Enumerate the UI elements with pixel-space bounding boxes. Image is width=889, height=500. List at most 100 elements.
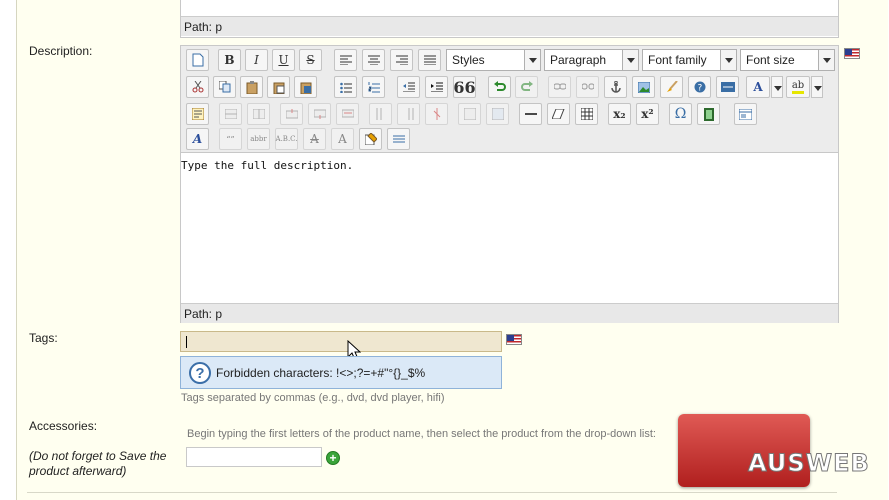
bullet-list-icon[interactable] bbox=[334, 76, 357, 98]
text-caret bbox=[186, 336, 187, 348]
ausweb-logo-text: AUSWEB bbox=[748, 449, 870, 478]
font-size-select-label: Font size bbox=[746, 53, 795, 67]
insert-col-before-icon[interactable] bbox=[369, 103, 392, 125]
top-editor-path: Path: p bbox=[181, 16, 838, 36]
numbered-list-icon[interactable] bbox=[362, 76, 385, 98]
remove-format-icon[interactable] bbox=[547, 103, 570, 125]
unlink-icon[interactable] bbox=[576, 76, 599, 98]
us-flag-icon[interactable] bbox=[844, 48, 860, 59]
text-color-button[interactable]: A bbox=[746, 76, 770, 98]
delete-row-icon[interactable] bbox=[336, 103, 359, 125]
cite-icon[interactable]: “” bbox=[219, 128, 242, 150]
editor-content-area[interactable]: Type the full description. bbox=[181, 153, 838, 303]
table-cell-props-icon[interactable] bbox=[247, 103, 270, 125]
highlight-color-label: ab bbox=[791, 80, 805, 94]
template-icon[interactable] bbox=[734, 103, 757, 125]
attributes-icon[interactable] bbox=[359, 128, 382, 150]
insert-row-before-icon[interactable] bbox=[280, 103, 303, 125]
accessories-search-input[interactable] bbox=[186, 447, 322, 467]
media-icon[interactable] bbox=[697, 103, 720, 125]
html-source-icon[interactable] bbox=[716, 76, 739, 98]
subscript-button[interactable]: x₂ bbox=[608, 103, 631, 125]
description-editor: B I U S Styles Paragraph Font family Fon… bbox=[180, 45, 839, 323]
cleanup-icon[interactable] bbox=[660, 76, 683, 98]
font-family-select[interactable]: Font family bbox=[642, 49, 737, 71]
paste-icon[interactable] bbox=[240, 76, 263, 98]
split-cells-icon[interactable] bbox=[458, 103, 481, 125]
accessories-instructions: Begin typing the first letters of the pr… bbox=[187, 428, 656, 440]
indent-icon[interactable] bbox=[425, 76, 448, 98]
insert-col-after-icon[interactable] bbox=[397, 103, 420, 125]
bold-button[interactable]: B bbox=[218, 49, 241, 71]
nonbreaking-space-icon[interactable] bbox=[387, 128, 410, 150]
question-icon: ? bbox=[189, 362, 211, 384]
format-select-label: Paragraph bbox=[550, 53, 607, 67]
strikethrough-button[interactable]: S bbox=[299, 49, 322, 71]
description-label: Description: bbox=[29, 44, 93, 58]
font-size-select[interactable]: Font size bbox=[740, 49, 835, 71]
abbr-icon[interactable]: abbr bbox=[247, 128, 270, 150]
outdent-icon[interactable] bbox=[397, 76, 420, 98]
style-props-button[interactable]: A bbox=[186, 128, 209, 150]
cut-icon[interactable] bbox=[186, 76, 209, 98]
chevron-down-icon bbox=[524, 50, 540, 70]
styles-select-label: Styles bbox=[452, 53, 485, 67]
del-icon[interactable]: A bbox=[303, 128, 326, 150]
tags-input[interactable] bbox=[180, 331, 502, 352]
paste-word-icon[interactable] bbox=[294, 76, 317, 98]
editor-toolbar: B I U S Styles Paragraph Font family Fon… bbox=[181, 46, 838, 153]
italic-button[interactable]: I bbox=[245, 49, 268, 71]
chevron-down-icon bbox=[774, 86, 782, 91]
page: Path: p Description: B I U S Styles Para… bbox=[0, 0, 889, 500]
top-editor: Path: p bbox=[180, 0, 839, 38]
anchor-icon[interactable] bbox=[604, 76, 627, 98]
help-icon[interactable]: ? bbox=[688, 76, 711, 98]
delete-col-icon[interactable] bbox=[425, 103, 448, 125]
description-content-text: Type the full description. bbox=[181, 159, 354, 172]
table-row-props-icon[interactable] bbox=[219, 103, 242, 125]
styles-select[interactable]: Styles bbox=[446, 49, 541, 71]
add-accessory-icon[interactable]: + bbox=[326, 451, 340, 465]
ins-icon[interactable]: A bbox=[331, 128, 354, 150]
image-icon[interactable] bbox=[632, 76, 655, 98]
superscript-button[interactable]: x² bbox=[636, 103, 659, 125]
copy-icon[interactable] bbox=[213, 76, 236, 98]
align-right-icon[interactable] bbox=[390, 49, 413, 71]
special-character-button[interactable]: Ω bbox=[669, 103, 692, 125]
visual-aid-icon[interactable] bbox=[575, 103, 598, 125]
forbidden-characters-text: Forbidden characters: !<>;?=+#"°{}_$% bbox=[216, 366, 426, 380]
align-left-icon[interactable] bbox=[334, 49, 357, 71]
merge-cells-icon[interactable] bbox=[486, 103, 509, 125]
us-flag-icon[interactable] bbox=[506, 334, 522, 345]
tags-help-text: Tags separated by commas (e.g., dvd, dvd… bbox=[181, 392, 445, 404]
align-justify-icon[interactable] bbox=[418, 49, 441, 71]
redo-icon[interactable] bbox=[515, 76, 538, 98]
chevron-down-icon bbox=[720, 50, 736, 70]
svg-text:?: ? bbox=[697, 84, 702, 94]
accessories-note: (Do not forget to Save the product after… bbox=[29, 449, 167, 478]
tags-label: Tags: bbox=[29, 331, 58, 345]
link-icon[interactable] bbox=[548, 76, 571, 98]
format-select[interactable]: Paragraph bbox=[544, 49, 639, 71]
text-color-dropdown[interactable] bbox=[771, 76, 783, 98]
font-family-select-label: Font family bbox=[648, 53, 707, 67]
underline-button[interactable]: U bbox=[272, 49, 295, 71]
section-divider bbox=[27, 492, 837, 493]
acronym-icon[interactable]: A.B.C. bbox=[275, 128, 298, 150]
highlight-color-dropdown[interactable] bbox=[811, 76, 823, 98]
new-document-icon[interactable] bbox=[186, 49, 209, 71]
description-editor-path: Path: p bbox=[181, 303, 838, 323]
accessories-label: Accessories: bbox=[29, 419, 98, 433]
edit-form-icon[interactable] bbox=[186, 103, 209, 125]
insert-row-after-icon[interactable] bbox=[308, 103, 331, 125]
highlight-color-button[interactable]: ab bbox=[786, 76, 810, 98]
chevron-down-icon bbox=[622, 50, 638, 70]
forbidden-characters-hint: ? Forbidden characters: !<>;?=+#"°{}_$% bbox=[180, 356, 502, 389]
chevron-down-icon bbox=[818, 50, 834, 70]
paste-text-icon[interactable] bbox=[267, 76, 290, 98]
blockquote-button[interactable]: 66 bbox=[453, 76, 476, 98]
undo-icon[interactable] bbox=[488, 76, 511, 98]
align-center-icon[interactable] bbox=[362, 49, 385, 71]
chevron-down-icon bbox=[814, 86, 822, 91]
horizontal-rule-icon[interactable] bbox=[519, 103, 542, 125]
